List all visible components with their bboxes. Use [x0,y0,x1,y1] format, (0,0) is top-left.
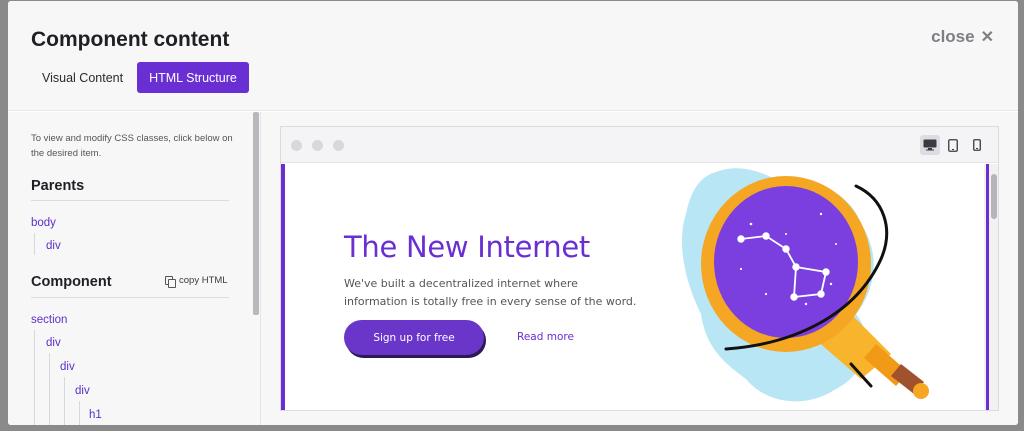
parents-divider [31,200,229,201]
preview-page: The New Internet We've built a decentral… [281,164,998,410]
selection-border-right [986,164,989,410]
tree-guide [79,401,80,425]
tree-item-div[interactable]: div [75,385,90,397]
hero-title[interactable]: The New Internet [344,230,590,264]
tree-guide [49,353,50,425]
selection-border [281,164,285,410]
close-icon: ✕ [980,29,994,46]
component-divider [31,297,229,298]
tree-guide [64,377,65,425]
signup-button[interactable]: Sign up for free [344,320,484,355]
structure-panel: To view and modify CSS classes, click be… [8,112,260,425]
parent-item-body[interactable]: body [31,217,56,229]
parent-item-div[interactable]: div [46,240,61,252]
tree-item-section[interactable]: section [31,314,67,326]
tablet-view-button[interactable] [943,135,963,155]
component-content-modal: Component content close ✕ Visual Content… [8,1,1018,425]
structure-hint: To view and modify CSS classes, click be… [31,133,233,159]
mobile-icon [973,139,981,151]
browser-toolbar [281,127,998,163]
window-dot [333,140,344,151]
copy-html-button[interactable]: copy HTML [165,275,228,288]
telescope-lens [714,186,858,338]
modal-title: Component content [31,28,230,51]
tab-visual-content[interactable]: Visual Content [30,62,135,93]
copy-icon [165,275,176,288]
close-button[interactable]: close ✕ [931,27,994,47]
tab-html-structure[interactable]: HTML Structure [137,62,249,93]
panel-divider [260,112,261,425]
desktop-icon [923,139,937,151]
window-dot [312,140,323,151]
component-title: Component [31,274,112,290]
modal-body: To view and modify CSS classes, click be… [8,112,1018,425]
tree-item-div[interactable]: div [46,337,61,349]
parents-title: Parents [31,178,85,194]
read-more-link[interactable]: Read more [517,331,574,343]
hero-text[interactable]: We've built a decentralized internet whe… [344,275,644,311]
copy-html-label: copy HTML [179,275,228,286]
panel-scrollbar[interactable] [253,112,259,315]
window-dot [291,140,302,151]
tree-guide [34,233,35,255]
desktop-view-button[interactable] [920,135,940,155]
tree-item-div[interactable]: div [60,361,75,373]
page-scrollbar-thumb[interactable] [991,174,997,219]
tree-item-h1[interactable]: h1 [89,409,102,421]
mobile-view-button[interactable] [967,135,987,155]
tablet-icon [948,138,958,152]
tab-bar: Visual Content HTML Structure [30,62,249,93]
close-label: close [931,27,975,46]
modal-header: Component content close ✕ Visual Content… [8,1,1018,111]
preview-frame: The New Internet We've built a decentral… [280,126,999,411]
telescope-illustration [681,168,929,402]
tree-guide [34,330,35,425]
